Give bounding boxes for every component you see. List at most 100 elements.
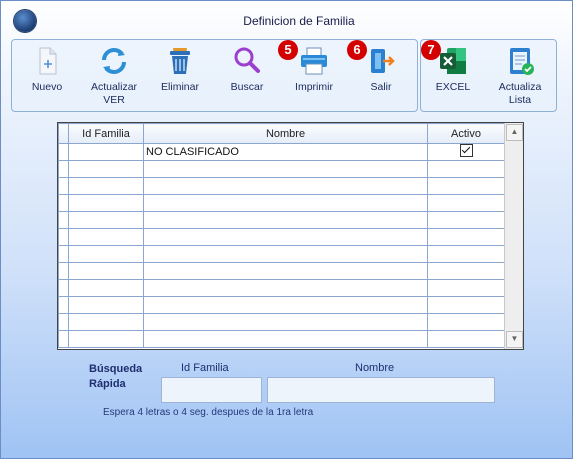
cell-id[interactable] bbox=[68, 160, 144, 178]
row-selector[interactable] bbox=[58, 194, 69, 212]
nuevo-button[interactable]: Nuevo bbox=[23, 45, 71, 94]
cell-activo[interactable] bbox=[427, 194, 505, 212]
cell-id[interactable] bbox=[68, 245, 144, 263]
row-selector[interactable] bbox=[58, 143, 69, 161]
cell-nombre[interactable] bbox=[143, 228, 428, 246]
table-row[interactable] bbox=[58, 177, 505, 195]
cell-id[interactable] bbox=[68, 211, 144, 229]
row-selector[interactable] bbox=[58, 211, 69, 229]
nuevo-label: Nuevo bbox=[31, 81, 63, 93]
col-header-nombre[interactable]: Nombre bbox=[143, 123, 428, 144]
cell-id[interactable] bbox=[68, 228, 144, 246]
new-document-icon bbox=[31, 45, 63, 77]
scroll-up-button[interactable]: ▲ bbox=[506, 124, 523, 141]
cell-activo[interactable] bbox=[427, 211, 505, 229]
cell-id[interactable] bbox=[68, 177, 144, 195]
cell-activo[interactable] bbox=[427, 279, 505, 297]
familia-table: Id Familia Nombre Activo NO CLASIFICADO bbox=[58, 123, 505, 348]
row-selector-header bbox=[58, 123, 69, 144]
trash-icon bbox=[164, 45, 196, 77]
scroll-down-button[interactable]: ▼ bbox=[506, 331, 523, 348]
row-selector[interactable] bbox=[58, 296, 69, 314]
badge-salir: 6 bbox=[347, 40, 367, 60]
col-header-id[interactable]: Id Familia bbox=[68, 123, 144, 144]
cell-nombre[interactable] bbox=[143, 313, 428, 331]
cell-id[interactable] bbox=[68, 296, 144, 314]
familia-grid: Id Familia Nombre Activo NO CLASIFICADO … bbox=[57, 122, 524, 350]
cell-activo[interactable] bbox=[427, 262, 505, 280]
cell-id[interactable] bbox=[68, 330, 144, 348]
cell-nombre[interactable] bbox=[143, 296, 428, 314]
cell-nombre[interactable]: NO CLASIFICADO bbox=[143, 143, 428, 161]
cell-nombre[interactable] bbox=[143, 177, 428, 195]
badge-imprimir: 5 bbox=[278, 40, 298, 60]
row-selector[interactable] bbox=[58, 313, 69, 331]
cell-activo[interactable] bbox=[427, 228, 505, 246]
cell-activo[interactable] bbox=[427, 143, 505, 161]
eliminar-button[interactable]: Eliminar bbox=[156, 45, 204, 94]
cell-id[interactable] bbox=[68, 279, 144, 297]
search-hint: Espera 4 letras o 4 seg. despues de la 1… bbox=[103, 407, 314, 418]
printer-icon bbox=[298, 45, 330, 77]
imprimir-label: Imprimir bbox=[295, 81, 333, 93]
cell-activo[interactable] bbox=[427, 313, 505, 331]
table-row[interactable] bbox=[58, 330, 505, 348]
excel-label: EXCEL bbox=[435, 81, 471, 93]
salir-label: Salir bbox=[370, 81, 392, 93]
col-header-activo[interactable]: Activo bbox=[427, 123, 505, 144]
actualiza-lista-button[interactable]: Actualiza Lista bbox=[493, 45, 547, 107]
actualizar-button[interactable]: Actualizar VER bbox=[83, 45, 145, 107]
magnifier-icon bbox=[231, 45, 263, 77]
search-id-input[interactable] bbox=[161, 377, 262, 403]
table-row[interactable] bbox=[58, 313, 505, 331]
table-row[interactable] bbox=[58, 296, 505, 314]
table-row[interactable] bbox=[58, 279, 505, 297]
actualizar-label-1: Actualizar bbox=[90, 81, 138, 93]
cell-nombre[interactable] bbox=[143, 330, 428, 348]
buscar-button[interactable]: Buscar bbox=[223, 45, 271, 94]
cell-nombre[interactable] bbox=[143, 262, 428, 280]
eliminar-label: Eliminar bbox=[161, 81, 199, 93]
cell-nombre[interactable] bbox=[143, 160, 428, 178]
cell-activo[interactable] bbox=[427, 296, 505, 314]
table-row[interactable]: NO CLASIFICADO bbox=[58, 143, 505, 161]
actualizar-label-2: VER bbox=[103, 94, 125, 106]
row-selector[interactable] bbox=[58, 262, 69, 280]
row-selector[interactable] bbox=[58, 330, 69, 348]
excel-icon bbox=[437, 45, 469, 77]
search-nombre-input[interactable] bbox=[267, 377, 495, 403]
refresh-icon bbox=[98, 45, 130, 77]
cell-id[interactable] bbox=[68, 194, 144, 212]
table-row[interactable] bbox=[58, 211, 505, 229]
cell-nombre[interactable] bbox=[143, 194, 428, 212]
cell-id[interactable] bbox=[68, 143, 144, 161]
actualiza-label-2: Lista bbox=[508, 94, 532, 106]
cell-nombre[interactable] bbox=[143, 245, 428, 263]
cell-activo[interactable] bbox=[427, 160, 505, 178]
activo-checkbox[interactable] bbox=[459, 144, 473, 157]
row-selector[interactable] bbox=[58, 279, 69, 297]
cell-activo[interactable] bbox=[427, 177, 505, 195]
row-selector[interactable] bbox=[58, 160, 69, 178]
cell-activo[interactable] bbox=[427, 245, 505, 263]
search-id-label: Id Familia bbox=[181, 362, 229, 374]
search-nombre-label: Nombre bbox=[355, 362, 395, 374]
table-row[interactable] bbox=[58, 262, 505, 280]
badge-excel: 7 bbox=[421, 40, 441, 60]
table-row[interactable] bbox=[58, 245, 505, 263]
cell-nombre[interactable] bbox=[143, 211, 428, 229]
cell-id[interactable] bbox=[68, 262, 144, 280]
table-row[interactable] bbox=[58, 194, 505, 212]
grid-header-row: Id Familia Nombre Activo bbox=[58, 123, 505, 144]
table-row[interactable] bbox=[58, 228, 505, 246]
cell-id[interactable] bbox=[68, 313, 144, 331]
cell-activo[interactable] bbox=[427, 330, 505, 348]
list-check-icon bbox=[504, 45, 536, 77]
grid-scrollbar[interactable]: ▲ ▼ bbox=[504, 123, 523, 349]
table-row[interactable] bbox=[58, 160, 505, 178]
row-selector[interactable] bbox=[58, 228, 69, 246]
cell-nombre[interactable] bbox=[143, 279, 428, 297]
row-selector[interactable] bbox=[58, 245, 69, 263]
row-selector[interactable] bbox=[58, 177, 69, 195]
buscar-label: Buscar bbox=[230, 81, 264, 93]
